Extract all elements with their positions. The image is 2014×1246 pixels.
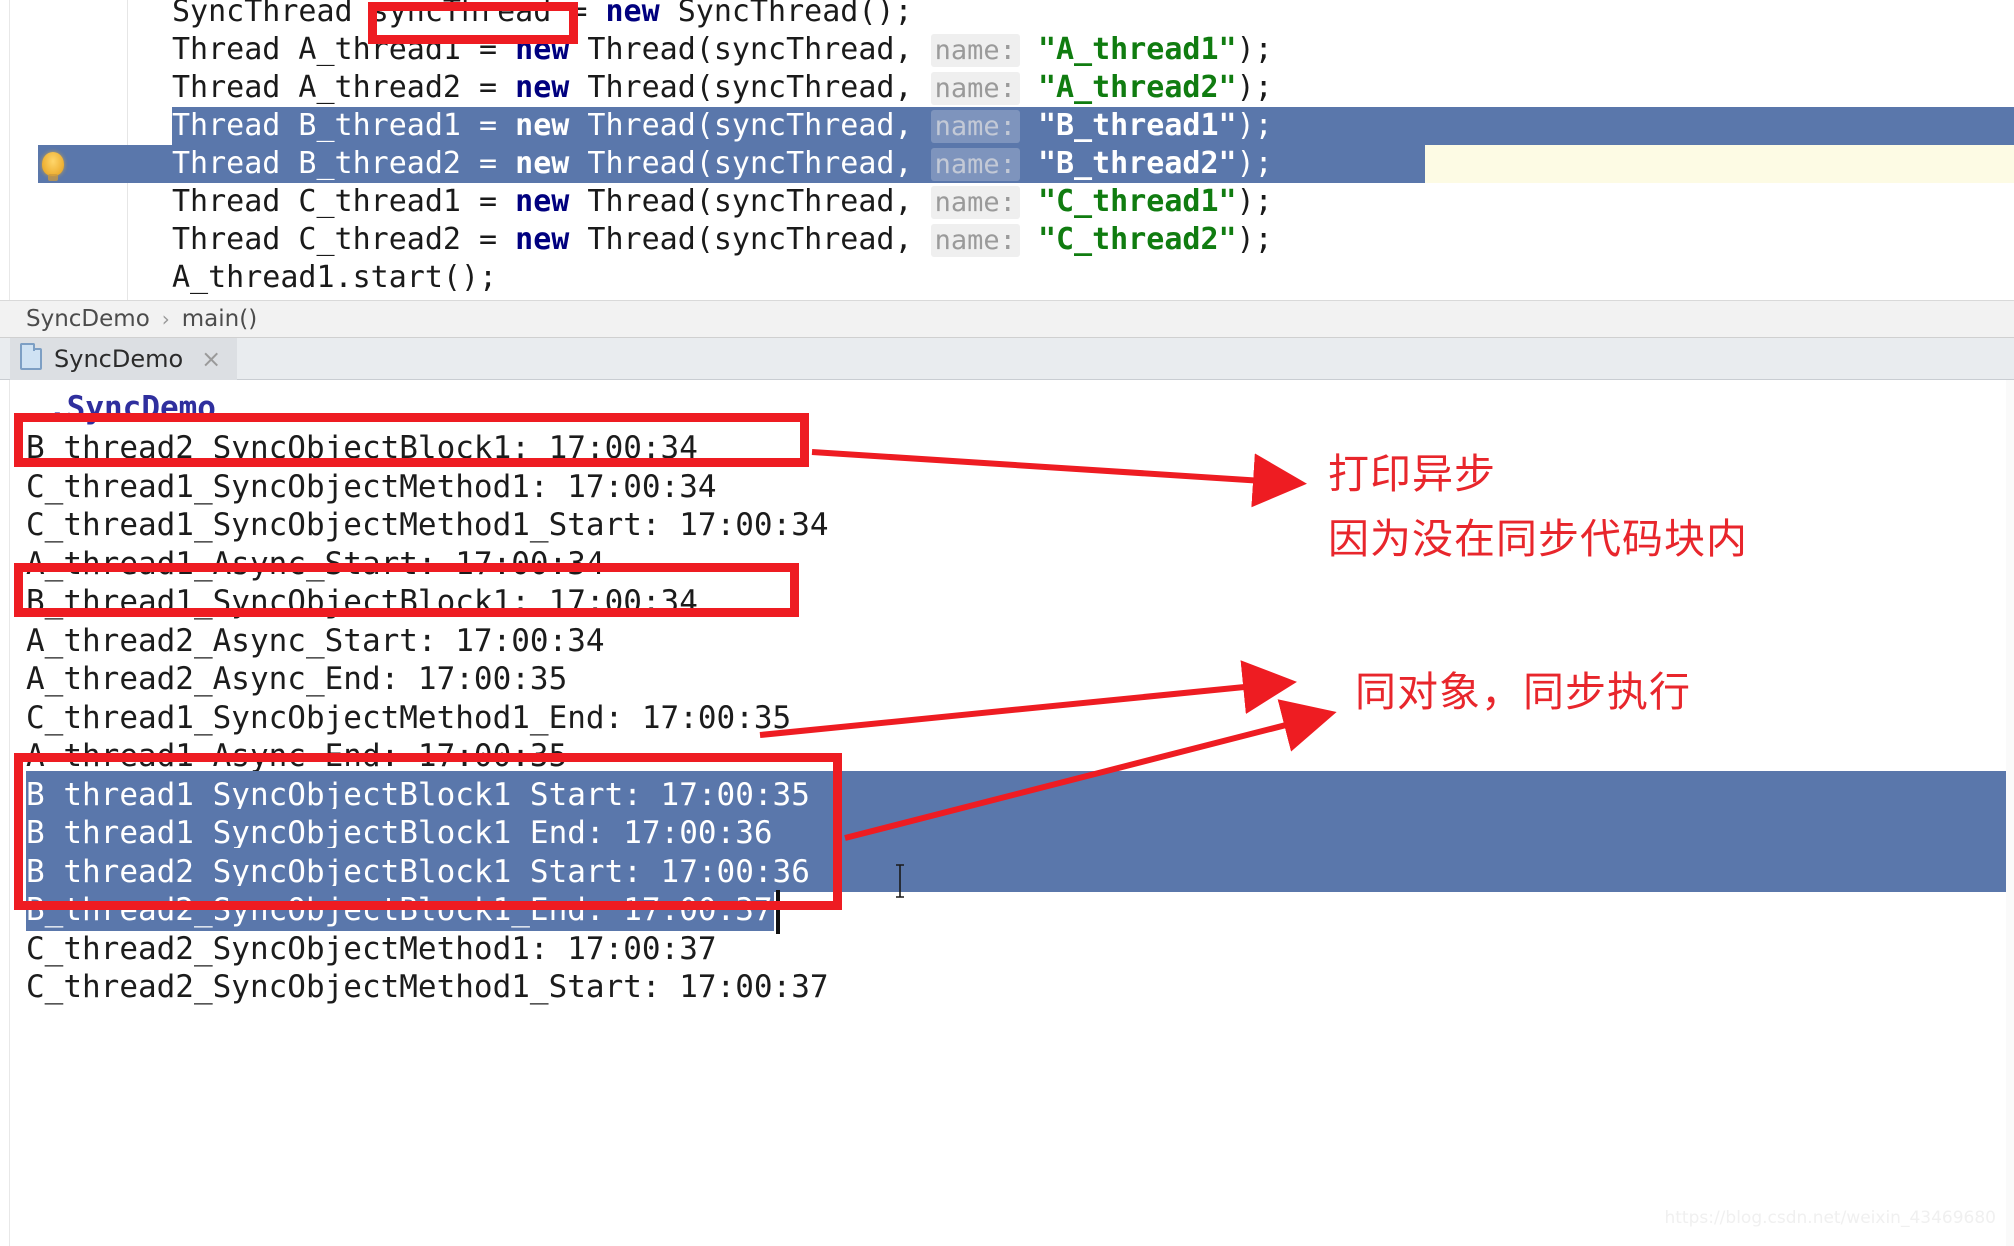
screenshot-root: SyncThread syncThread = new SyncThread()… xyxy=(0,0,2014,1246)
code-token: Thread C_thread1 = xyxy=(172,184,516,219)
code-token: "C_thread1" xyxy=(1037,184,1237,219)
code-token: "A_thread2" xyxy=(1037,70,1237,105)
code-token: Thread(syncThread, xyxy=(569,108,931,143)
code-token: "B_thread1" xyxy=(1037,108,1237,143)
tab-label: SyncDemo xyxy=(54,345,184,373)
lightbulb-icon[interactable] xyxy=(42,152,64,181)
parameter-hint: name: xyxy=(930,34,1020,67)
code-token: ); xyxy=(1236,32,1273,67)
line-a-thread1-start[interactable]: A_thread1.start(); xyxy=(0,259,2014,297)
code-token: Thread(syncThread, xyxy=(569,70,931,105)
console-scrollbar[interactable] xyxy=(2006,380,2014,1246)
code-token: SyncThread(); xyxy=(659,0,913,29)
close-icon[interactable]: × xyxy=(201,345,221,373)
code-token: Thread(syncThread, xyxy=(569,184,931,219)
code-token: A_thread1.start(); xyxy=(172,260,498,295)
parameter-hint: name: xyxy=(930,72,1020,105)
code-token: syncThread xyxy=(370,0,552,29)
console-output[interactable]: .SyncDemo B_thread2_SyncObjectBlock1: 17:… xyxy=(0,380,2014,1246)
line-a-thread2[interactable]: Thread A_thread2 = new Thread(syncThread… xyxy=(0,69,2014,107)
console-tab-bar: SyncDemo × xyxy=(0,338,2014,380)
code-token: new xyxy=(515,222,570,257)
code-token: SyncThread xyxy=(172,0,371,29)
code-token: = xyxy=(551,0,606,29)
code-token: Thread A_thread1 = xyxy=(172,32,516,67)
code-token: Thread A_thread2 = xyxy=(172,70,516,105)
code-token: new xyxy=(515,146,570,181)
code-editor[interactable]: SyncThread syncThread = new SyncThread()… xyxy=(0,0,2014,300)
parameter-hint: name: xyxy=(930,186,1020,219)
tab-syncdemo[interactable]: SyncDemo × xyxy=(10,338,238,380)
parameter-hint: name: xyxy=(930,224,1020,257)
code-token: ); xyxy=(1236,146,1273,181)
code-token: new xyxy=(605,0,660,29)
line-b-thread2[interactable]: Thread B_thread2 = new Thread(syncThread… xyxy=(0,145,2014,183)
code-token: new xyxy=(515,108,570,143)
code-token: Thread C_thread2 = xyxy=(172,222,516,257)
breadcrumb[interactable]: SyncDemo › main() xyxy=(0,300,2014,338)
code-token: new xyxy=(515,32,570,67)
ibeam-cursor-icon xyxy=(893,863,907,898)
line-a-thread1[interactable]: Thread A_thread1 = new Thread(syncThread… xyxy=(0,31,2014,69)
code-token: "A_thread1" xyxy=(1037,32,1237,67)
run-config-icon xyxy=(20,343,42,370)
line-c-thread1[interactable]: Thread C_thread1 = new Thread(syncThread… xyxy=(0,183,2014,221)
code-token: Thread B_thread1 = xyxy=(172,108,516,143)
chevron-right-icon: › xyxy=(161,307,170,331)
code-token: ); xyxy=(1236,184,1273,219)
code-token: new xyxy=(515,184,570,219)
parameter-hint: name: xyxy=(930,148,1020,181)
line-b-thread1[interactable]: Thread B_thread1 = new Thread(syncThread… xyxy=(0,107,2014,145)
console-line[interactable]: C_thread2_SyncObjectMethod1_Start: 17:00… xyxy=(0,963,2014,1011)
code-token: ); xyxy=(1236,70,1273,105)
code-token: Thread(syncThread, xyxy=(569,32,931,67)
code-token: "B_thread2" xyxy=(1037,146,1237,181)
code-token: new xyxy=(515,70,570,105)
text-caret xyxy=(776,890,780,934)
line-sync-thread-decl[interactable]: SyncThread syncThread = new SyncThread()… xyxy=(0,0,2014,31)
code-token: "C_thread2" xyxy=(1037,222,1237,257)
code-token: Thread B_thread2 = xyxy=(172,146,516,181)
breadcrumb-method[interactable]: main() xyxy=(182,306,257,332)
watermark: https://blog.csdn.net/weixin_43469680 xyxy=(1664,1208,1996,1228)
code-token: Thread(syncThread, xyxy=(569,146,931,181)
parameter-hint: name: xyxy=(930,110,1020,143)
code-token: Thread(syncThread, xyxy=(569,222,931,257)
breadcrumb-class[interactable]: SyncDemo xyxy=(26,306,150,332)
code-token: ); xyxy=(1236,108,1273,143)
line-c-thread2[interactable]: Thread C_thread2 = new Thread(syncThread… xyxy=(0,221,2014,259)
code-token: ); xyxy=(1236,222,1273,257)
